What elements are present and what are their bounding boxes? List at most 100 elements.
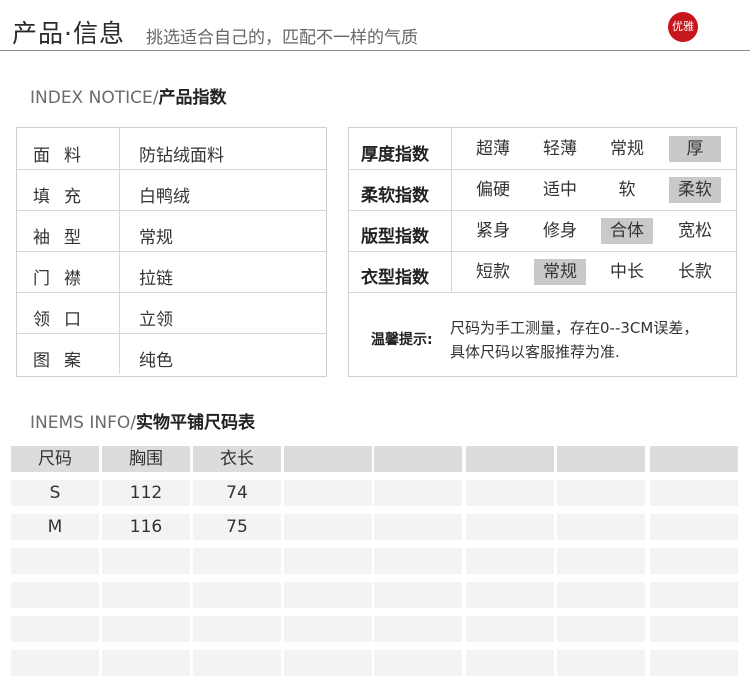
size-cell: M (11, 514, 99, 540)
index-option-selected: 厚 (669, 136, 721, 162)
size-cell (102, 548, 190, 574)
size-cell: 116 (102, 514, 190, 540)
size-cell (284, 548, 372, 574)
size-cell (650, 650, 738, 676)
size-cell (193, 548, 281, 574)
index-option: 轻薄 (543, 139, 577, 159)
size-header-cell: 尺码 (11, 446, 99, 472)
size-cell (466, 616, 554, 642)
index-label: 版型指数 (361, 227, 429, 247)
spec-key: 门襟 (33, 269, 95, 289)
index-option: 紧身 (476, 221, 510, 241)
spec-row: 面料 防钻绒面料 (17, 128, 326, 170)
size-cell (466, 480, 554, 506)
size-cell (11, 582, 99, 608)
spec-value: 纯色 (139, 351, 173, 371)
spec-key: 图案 (33, 351, 95, 371)
index-option-selected: 常规 (534, 259, 586, 285)
size-cell (374, 514, 462, 540)
index-option: 超薄 (476, 139, 510, 159)
size-cell (557, 616, 645, 642)
size-header-cell (466, 446, 554, 472)
size-cell (650, 616, 738, 642)
spec-value: 防钻绒面料 (139, 146, 224, 166)
size-cell: 74 (193, 480, 281, 506)
size-cell: 112 (102, 480, 190, 506)
size-cell (374, 480, 462, 506)
index-row-fit: 版型指数 紧身 修身 合体 宽松 (349, 210, 736, 252)
header-divider (0, 50, 750, 51)
size-cell (374, 650, 462, 676)
index-label: 柔软指数 (361, 186, 429, 206)
size-section-heading: 实物平铺尺码表 (135, 413, 255, 433)
spec-key: 面料 (33, 146, 95, 166)
index-section-title: INDEX NOTICE/产品指数 (30, 83, 226, 108)
index-row-length: 衣型指数 短款 常规 中长 长款 (349, 251, 736, 293)
notice-label: 温馨提示: (371, 332, 433, 348)
size-header-cell: 衣长 (193, 446, 281, 472)
size-cell (374, 582, 462, 608)
size-cell (650, 514, 738, 540)
page-subtitle: 挑选适合自己的，匹配不一样的气质 (146, 28, 418, 48)
index-option: 软 (618, 180, 636, 200)
size-cell (374, 548, 462, 574)
size-cell (466, 514, 554, 540)
size-section-title: INEMS INFO/实物平铺尺码表 (30, 408, 255, 433)
size-cell (374, 616, 462, 642)
size-cell (193, 582, 281, 608)
size-cell (466, 582, 554, 608)
size-cell: 75 (193, 514, 281, 540)
size-cell (466, 650, 554, 676)
index-option: 偏硬 (476, 180, 510, 200)
spec-value: 常规 (139, 228, 173, 248)
size-cell (284, 514, 372, 540)
index-label: 厚度指数 (361, 145, 429, 165)
spec-key: 填充 (33, 187, 95, 207)
index-row-softness: 柔软指数 偏硬 适中 软 柔软 (349, 169, 736, 211)
size-cell (193, 650, 281, 676)
size-cell (650, 548, 738, 574)
index-option: 短款 (476, 262, 510, 282)
size-cell (102, 582, 190, 608)
spec-key: 领口 (33, 310, 95, 330)
index-option: 常规 (610, 139, 644, 159)
size-cell (557, 514, 645, 540)
size-cell (557, 582, 645, 608)
index-row-thickness: 厚度指数 超薄 轻薄 常规 厚 (349, 128, 736, 170)
spec-row: 门襟 拉链 (17, 251, 326, 293)
size-header-cell (557, 446, 645, 472)
size-cell (557, 650, 645, 676)
size-section-prefix: INEMS INFO/ (30, 413, 136, 433)
size-cell (284, 582, 372, 608)
size-header-cell: 胸围 (102, 446, 190, 472)
spec-row: 领口 立领 (17, 292, 326, 334)
size-cell (284, 480, 372, 506)
size-cell (102, 616, 190, 642)
size-cell (284, 650, 372, 676)
size-header-cell (650, 446, 738, 472)
index-table: 厚度指数 超薄 轻薄 常规 厚 柔软指数 偏硬 适中 软 柔软 版型指数 紧身 … (348, 127, 737, 377)
spec-value: 拉链 (139, 269, 173, 289)
index-option-selected: 合体 (601, 218, 653, 244)
spec-value: 立领 (139, 310, 173, 330)
page-title: 产品·信息 (12, 19, 125, 48)
index-section-prefix: INDEX NOTICE/ (30, 88, 159, 108)
size-cell (650, 582, 738, 608)
index-option: 长款 (678, 262, 712, 282)
index-option: 修身 (543, 221, 577, 241)
spec-row: 图案 纯色 (17, 333, 326, 374)
size-cell (193, 616, 281, 642)
index-option: 中长 (610, 262, 644, 282)
index-option: 宽松 (678, 221, 712, 241)
size-cell (557, 480, 645, 506)
size-cell (466, 548, 554, 574)
spec-row: 袖型 常规 (17, 210, 326, 252)
size-cell (11, 650, 99, 676)
index-option: 适中 (543, 180, 577, 200)
notice-line: 尺码为手工测量，存在0--3CM误差， (450, 319, 699, 337)
spec-table: 面料 防钻绒面料 填充 白鸭绒 袖型 常规 门襟 拉链 领口 立领 图案 纯色 (16, 127, 327, 377)
index-label: 衣型指数 (361, 268, 429, 288)
size-cell (11, 548, 99, 574)
size-cell (650, 480, 738, 506)
size-cell: S (11, 480, 99, 506)
